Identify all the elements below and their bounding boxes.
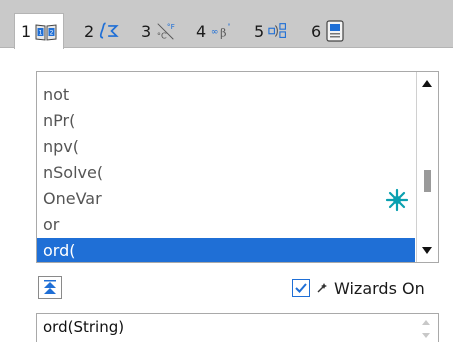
syntax-help-field: ord(String) bbox=[36, 313, 439, 342]
svg-text:°: ° bbox=[228, 22, 231, 30]
list-item[interactable]: nSolve( bbox=[37, 160, 415, 186]
catalog-tab-bar: 1 1 2 2 3 °C °F 4 ∞ β ° 5 6 bbox=[0, 0, 453, 49]
list-item[interactable]: OneVar bbox=[37, 186, 415, 212]
list-scrollbar[interactable] bbox=[416, 72, 438, 262]
wand-icon bbox=[316, 282, 328, 294]
tab-5-units[interactable]: 5 bbox=[254, 14, 290, 48]
svg-text:1: 1 bbox=[39, 29, 43, 36]
scroll-up-arrow-icon[interactable] bbox=[422, 80, 432, 87]
catalog-list[interactable]: not nPr( npv( nSolve( OneVar or ord( bbox=[36, 71, 439, 263]
documents-icon bbox=[325, 20, 347, 42]
list-item-selected[interactable]: ord( bbox=[37, 238, 415, 262]
tab-number: 1 bbox=[21, 22, 32, 41]
collapse-button[interactable] bbox=[38, 276, 62, 299]
wizards-toggle[interactable]: Wizards On bbox=[292, 276, 425, 300]
tab-6-documents[interactable]: 6 bbox=[311, 14, 347, 48]
spin-down-arrow-icon[interactable] bbox=[422, 333, 430, 338]
spin-up-arrow-icon[interactable] bbox=[422, 320, 430, 325]
tab-number: 2 bbox=[84, 21, 95, 41]
wizard-star-icon bbox=[385, 188, 409, 212]
list-item[interactable]: npv( bbox=[37, 134, 415, 160]
tab-2-templates[interactable]: 2 bbox=[84, 14, 120, 48]
tab-number: 5 bbox=[254, 21, 265, 41]
svg-text:°F: °F bbox=[167, 22, 175, 31]
list-item[interactable]: nPr( bbox=[37, 108, 415, 134]
catalog-book-icon: 1 2 bbox=[35, 21, 57, 43]
checkmark-icon bbox=[295, 283, 307, 293]
list-item[interactable]: not bbox=[37, 82, 415, 108]
svg-text:β: β bbox=[220, 27, 226, 40]
syntax-spinner[interactable] bbox=[422, 320, 432, 338]
svg-text:∞: ∞ bbox=[211, 27, 219, 38]
tab-number: 3 bbox=[141, 21, 152, 41]
symbols-icon: °C °F bbox=[155, 20, 177, 42]
wizards-label: Wizards On bbox=[334, 278, 425, 298]
library-icon: ∞ β ° bbox=[210, 20, 232, 42]
tab-number: 4 bbox=[196, 21, 207, 41]
wizards-checkbox[interactable] bbox=[292, 279, 310, 297]
syntax-text: ord(String) bbox=[43, 318, 125, 336]
svg-text:2: 2 bbox=[50, 29, 54, 36]
scroll-thumb[interactable] bbox=[424, 170, 431, 192]
list-item[interactable]: or bbox=[37, 212, 415, 238]
tab-3-symbols[interactable]: 3 °C °F bbox=[141, 14, 177, 48]
scroll-down-arrow-icon[interactable] bbox=[422, 247, 432, 254]
units-icon bbox=[268, 20, 290, 42]
tab-number: 6 bbox=[311, 21, 322, 41]
double-chevron-up-icon bbox=[44, 279, 56, 294]
tab-4-library[interactable]: 4 ∞ β ° bbox=[196, 14, 232, 48]
math-templates-icon bbox=[98, 20, 120, 42]
tab-1-catalog[interactable]: 1 1 2 bbox=[14, 13, 65, 49]
